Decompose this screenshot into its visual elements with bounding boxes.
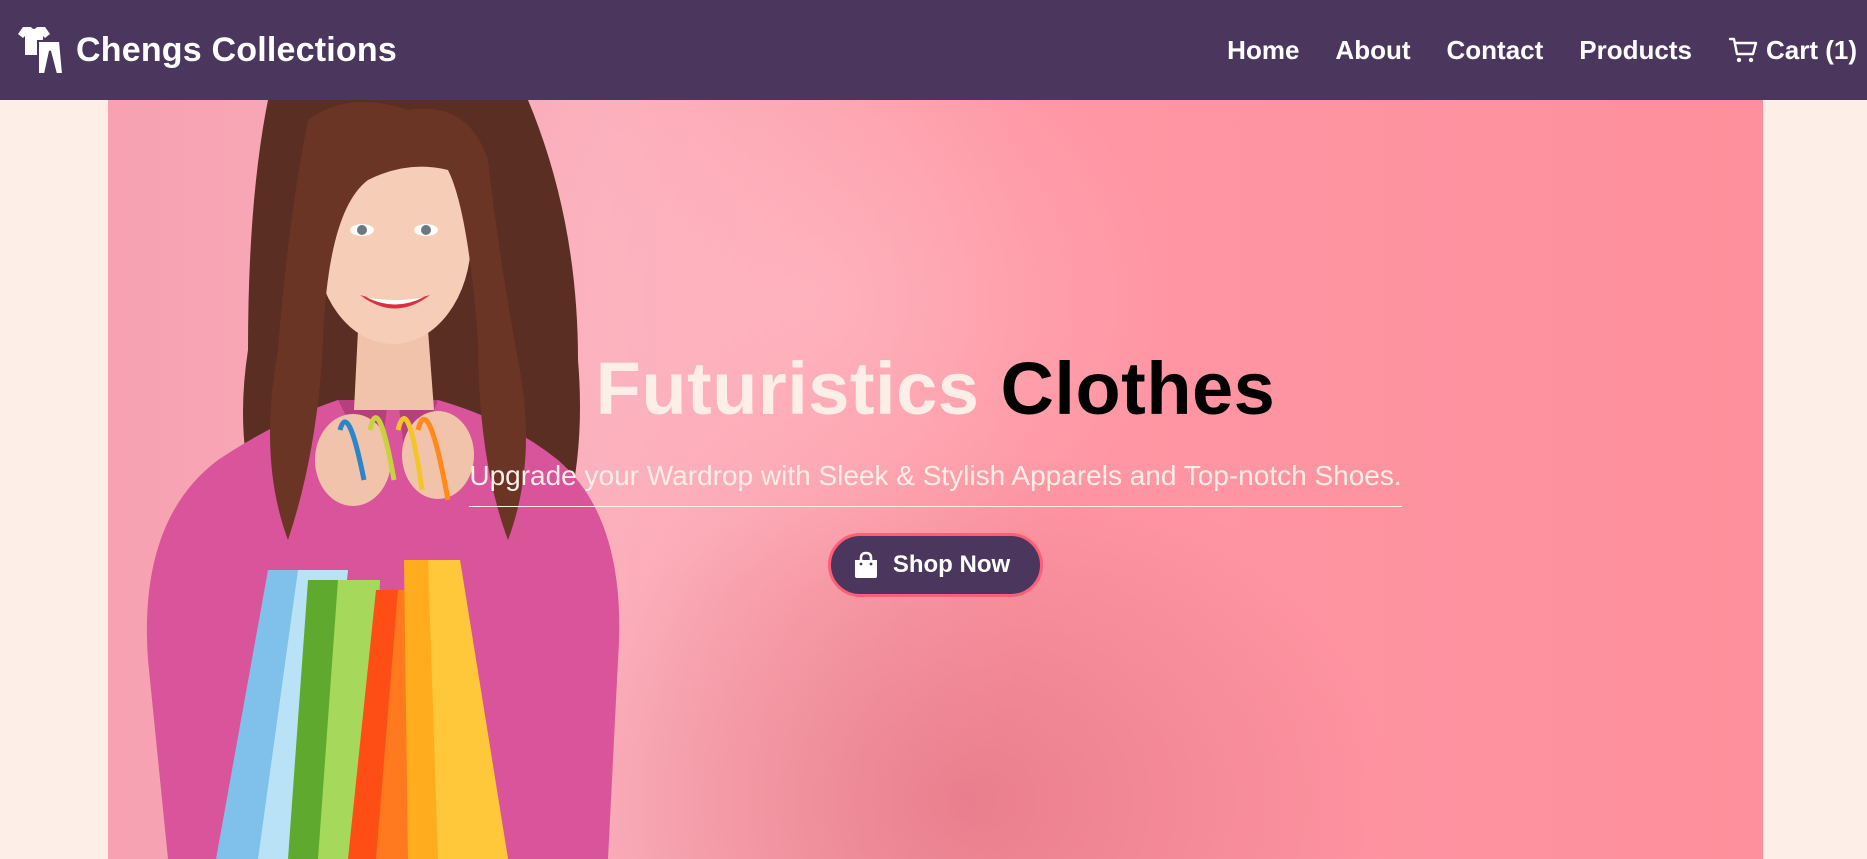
brand-link[interactable]: Chengs Collections — [16, 25, 397, 75]
cart-icon — [1728, 37, 1758, 63]
brand-name: Chengs Collections — [76, 30, 397, 69]
hero-banner: Futuristics Clothes Upgrade your Wardrop… — [108, 100, 1763, 859]
shop-now-button[interactable]: Shop Now — [827, 533, 1044, 597]
shopping-bag-icon — [854, 551, 877, 578]
hero-title-part2: Clothes — [1000, 347, 1276, 430]
shop-now-label: Shop Now — [892, 551, 1011, 578]
nav-home[interactable]: Home — [1227, 35, 1299, 66]
hero-subtitle: Upgrade your Wardrop with Sleek & Stylis… — [469, 460, 1402, 507]
cart-label: Cart (1) — [1765, 34, 1857, 65]
navbar: Chengs Collections Home About Contact Pr… — [0, 0, 1867, 100]
nav-about[interactable]: About — [1335, 35, 1410, 66]
hero-content: Futuristics Clothes Upgrade your Wardrop… — [108, 100, 1763, 859]
clothes-icon — [18, 27, 64, 75]
hero-title: Futuristics Clothes — [596, 352, 1276, 426]
nav-products[interactable]: Products — [1579, 35, 1692, 66]
nav-cart[interactable]: Cart (1) — [1728, 35, 1857, 66]
nav-contact[interactable]: Contact — [1447, 35, 1544, 66]
nav-menu: Home About Contact Products Cart (1) — [1227, 35, 1857, 66]
hero-title-part1: Futuristics — [595, 347, 980, 430]
